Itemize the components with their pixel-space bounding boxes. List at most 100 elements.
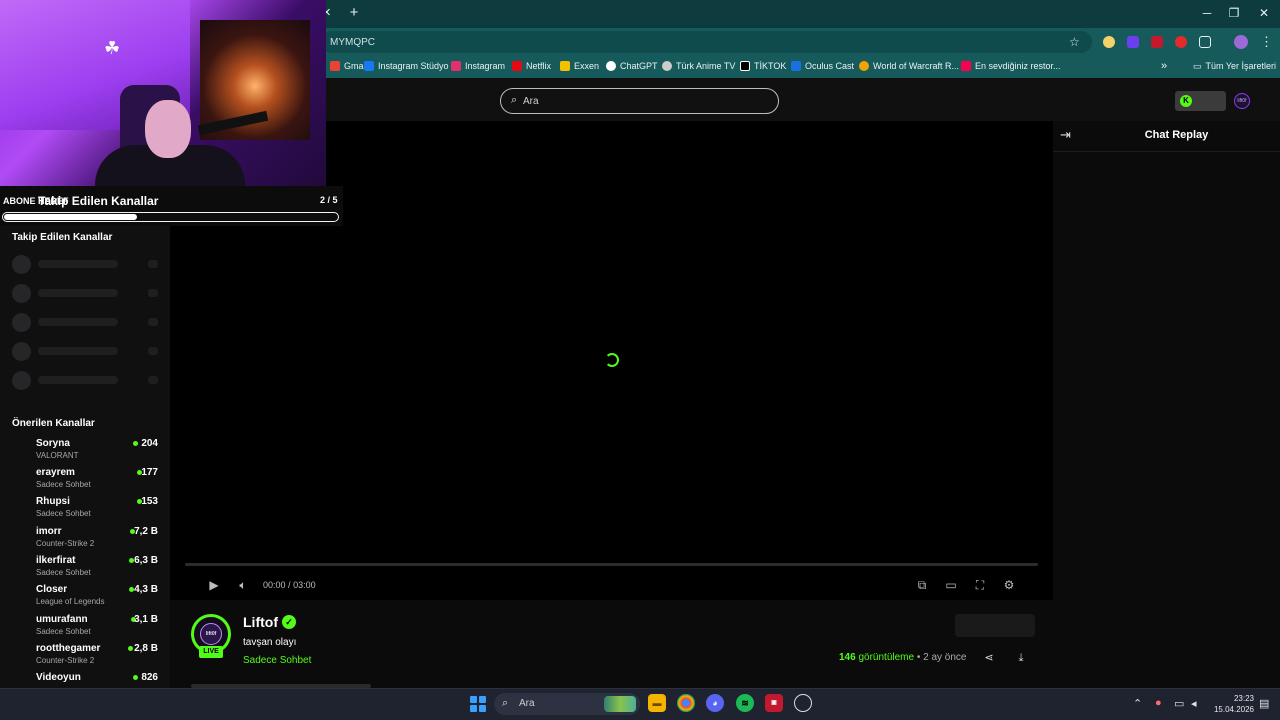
user-avatar[interactable]: lift0f bbox=[1234, 93, 1250, 109]
bookmark-chatgpt[interactable]: ChatGPT bbox=[606, 61, 658, 71]
bookmark-instagram[interactable]: Instagram bbox=[451, 61, 505, 71]
new-tab-button[interactable]: + bbox=[346, 5, 362, 21]
skeleton-line bbox=[38, 289, 118, 297]
follow-button[interactable] bbox=[955, 614, 1035, 637]
recommended-channel[interactable]: rootthegamer Counter-Strike 2 2,8 B bbox=[0, 643, 170, 672]
viewer-count: 6,3 B bbox=[134, 555, 158, 566]
bookmark-oculus-cast[interactable]: Oculus Cast bbox=[791, 61, 854, 71]
minimize-button[interactable]: ─ bbox=[1197, 4, 1217, 22]
live-badge: LIVE bbox=[199, 646, 223, 658]
spotify-icon[interactable]: ≋ bbox=[736, 694, 754, 712]
recommended-channel[interactable]: Rhupsi Sadece Sohbet 153 bbox=[0, 496, 170, 525]
skeleton-avatar bbox=[12, 371, 31, 390]
channel-name: erayrem bbox=[36, 467, 75, 478]
channel-category: Sadece Sohbet bbox=[36, 480, 91, 489]
channel-category: Counter-Strike 2 bbox=[36, 539, 95, 548]
volume-icon[interactable]: 🔈︎ bbox=[235, 577, 251, 593]
search-input[interactable] bbox=[523, 93, 763, 109]
share-icon[interactable]: ⋖ bbox=[981, 650, 997, 666]
tiktok-icon bbox=[740, 61, 750, 71]
channel-name[interactable]: Liftof bbox=[243, 614, 278, 630]
extensions-puzzle-icon[interactable] bbox=[1199, 36, 1211, 48]
extension-icon[interactable] bbox=[1175, 36, 1187, 48]
notifications-icon[interactable]: ▤ bbox=[1259, 697, 1269, 710]
all-bookmarks-button[interactable]: ▭ Tüm Yer İşaretleri bbox=[1193, 61, 1276, 72]
browser-menu-icon[interactable]: ⋮ bbox=[1260, 34, 1273, 50]
fullscreen-icon[interactable]: ⛶ bbox=[972, 577, 988, 593]
recommended-channel[interactable]: imorr Counter-Strike 2 7,2 B bbox=[0, 526, 170, 555]
close-window-button[interactable]: ✕ bbox=[1254, 4, 1274, 22]
microphone-icon[interactable]: ● bbox=[1155, 697, 1162, 709]
bookmark-star-icon[interactable]: ☆ bbox=[1069, 35, 1080, 49]
followed-channels-heading: Takip Edilen Kanallar bbox=[12, 232, 113, 243]
tray-overflow-icon[interactable]: ⌃ bbox=[1133, 697, 1142, 710]
warcraft-icon bbox=[859, 61, 869, 71]
video-age: • 2 ay önce bbox=[916, 652, 967, 663]
channel-category: Sadece Sohbet bbox=[36, 627, 91, 636]
bookmark-yemeksepeti[interactable]: En sevdiğiniz restor... bbox=[961, 61, 1061, 71]
extension-icon[interactable] bbox=[1103, 36, 1115, 48]
viewer-count: 4,3 B bbox=[134, 584, 158, 595]
viewer-count: 153 bbox=[141, 496, 158, 507]
extension-icon[interactable] bbox=[1151, 36, 1163, 48]
bookmark-netflix[interactable]: Netflix bbox=[512, 61, 551, 71]
video-stats: 146 görüntüleme • 2 ay önce bbox=[839, 652, 967, 663]
video-category[interactable]: Sadece Sohbet bbox=[243, 655, 311, 666]
skeleton-line bbox=[38, 347, 118, 355]
channel-category: Counter-Strike 2 bbox=[36, 656, 95, 665]
goal-title: Takip Edilen Kanallar bbox=[38, 194, 159, 208]
steam-icon[interactable] bbox=[794, 694, 812, 712]
discord-icon[interactable]: ◕ bbox=[706, 694, 724, 712]
bookmarks-overflow-icon[interactable]: » bbox=[1161, 60, 1167, 72]
time-display: 00:00 / 03:00 bbox=[263, 580, 316, 590]
picture-in-picture-icon[interactable]: ⧉ bbox=[914, 577, 930, 593]
skeleton-dot bbox=[148, 289, 158, 297]
kick-logo-icon: K bbox=[1180, 95, 1192, 107]
theater-mode-icon[interactable]: ▭ bbox=[943, 577, 959, 593]
profile-avatar[interactable] bbox=[1234, 35, 1248, 49]
subscriber-goal: ABONE HEDEF Takip Edilen Kanallar 2 / 5 bbox=[0, 186, 343, 226]
skeleton-line bbox=[38, 318, 118, 326]
windows-start-icon[interactable] bbox=[470, 696, 486, 712]
recommended-channel[interactable]: Soryna VALORANT 204 bbox=[0, 438, 170, 467]
download-icon[interactable]: ⤓ bbox=[1013, 650, 1029, 666]
bookmark-instagram-studyo[interactable]: Instagram Stüdyo bbox=[364, 61, 449, 71]
url-field[interactable] bbox=[320, 31, 1092, 53]
channel-name: umurafann bbox=[36, 614, 88, 625]
settings-icon[interactable]: ⚙ bbox=[1001, 577, 1017, 593]
channel-name: Rhupsi bbox=[36, 496, 70, 507]
bookmark-gmail[interactable]: Gmail bbox=[330, 61, 368, 71]
file-explorer-icon[interactable]: ▬ bbox=[648, 694, 666, 712]
recommended-channel[interactable]: Closer League of Legends 4,3 B bbox=[0, 584, 170, 613]
recommended-channel[interactable]: erayrem Sadece Sohbet 177 bbox=[0, 467, 170, 496]
chrome-icon[interactable] bbox=[677, 694, 695, 712]
search-icon: ⌕ bbox=[511, 94, 518, 106]
url-text[interactable]: MYMQPC bbox=[330, 37, 375, 48]
system-clock[interactable]: 23:23 15.04.2026 bbox=[1208, 693, 1254, 715]
channel-category: VALORANT bbox=[36, 451, 79, 460]
recommended-channel[interactable]: umurafann Sadece Sohbet 3,1 B bbox=[0, 614, 170, 643]
taskbar-search[interactable]: ⌕ Ara bbox=[494, 693, 640, 715]
current-time: 00:00 bbox=[263, 580, 286, 590]
recommended-channel[interactable]: ilkerfirat Sadece Sohbet 6,3 B bbox=[0, 555, 170, 584]
search-bar[interactable]: ⌕ bbox=[500, 88, 779, 114]
verified-badge-icon: ✓ bbox=[282, 615, 296, 629]
skeleton-dot bbox=[148, 376, 158, 384]
bookmark-tiktok[interactable]: TİKTOK bbox=[740, 61, 786, 71]
bookmark-world-of-warcraft[interactable]: World of Warcraft R... bbox=[859, 61, 959, 71]
bookmark-exxen[interactable]: Exxen bbox=[560, 61, 599, 71]
network-icon[interactable]: ▭ bbox=[1174, 697, 1184, 710]
maximize-button[interactable]: ❐ bbox=[1224, 4, 1244, 22]
exxen-icon bbox=[560, 61, 570, 71]
voicemod-icon[interactable]: ▣ bbox=[765, 694, 783, 712]
viewer-count: 826 bbox=[141, 672, 158, 683]
seek-bar[interactable] bbox=[185, 563, 1038, 566]
extension-icon[interactable] bbox=[1127, 36, 1139, 48]
search-icon: ⌕ bbox=[502, 697, 509, 709]
video-title: tavşan olayı bbox=[243, 637, 297, 648]
bookmark-turk-anime-tv[interactable]: Türk Anime TV bbox=[662, 61, 735, 71]
skeleton-dot bbox=[148, 347, 158, 355]
play-icon[interactable]: ▶ bbox=[206, 577, 222, 593]
login-button[interactable]: K bbox=[1175, 91, 1226, 111]
speaker-icon[interactable]: ◂ bbox=[1191, 697, 1197, 710]
